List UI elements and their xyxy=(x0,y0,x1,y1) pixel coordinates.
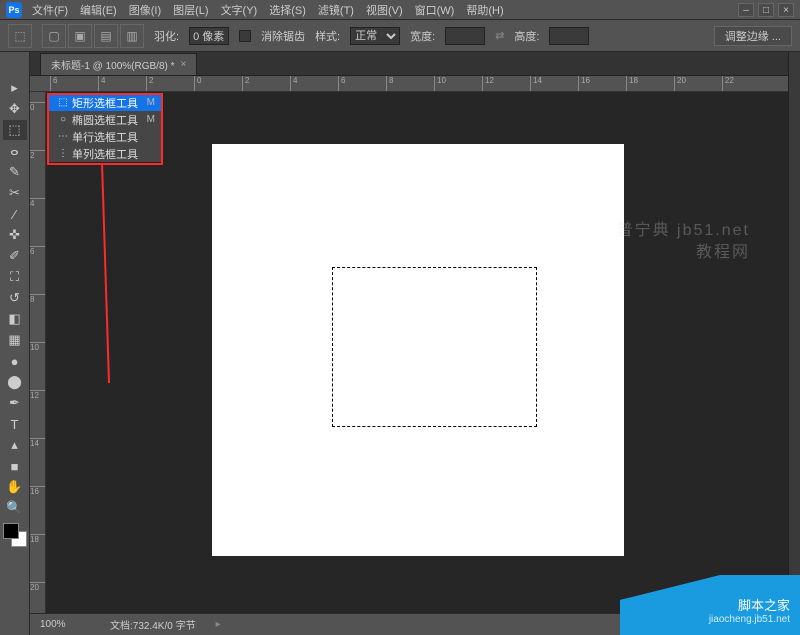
flyout-item[interactable]: ⋮单列选框工具 xyxy=(48,145,161,162)
pen-tool[interactable]: ✒ xyxy=(3,393,27,413)
menu-bar: 文件(F) 编辑(E) 图像(I) 图层(L) 文字(Y) 选择(S) 滤镜(T… xyxy=(32,2,504,18)
document-tab[interactable]: 未标题-1 @ 100%(RGB/8) * × xyxy=(40,53,197,75)
selection-new-icon[interactable]: ▢ xyxy=(42,24,66,48)
selection-intersect-icon[interactable]: ▥ xyxy=(120,24,144,48)
status-arrow-icon[interactable]: ▸ xyxy=(216,619,221,630)
width-input[interactable] xyxy=(445,27,485,45)
feather-input[interactable] xyxy=(189,27,229,45)
hand-tool[interactable]: ✋ xyxy=(3,477,27,497)
flyout-item-icon: ○ xyxy=(54,114,72,125)
minimize-button[interactable]: – xyxy=(738,3,754,17)
flyout-item-icon: ⋯ xyxy=(54,131,72,142)
ruler-horizontal: 6420246810121416182022 xyxy=(30,76,788,92)
antialias-label: 消除锯齿 xyxy=(261,28,305,44)
path-select-tool[interactable]: ▴ xyxy=(3,435,27,455)
tab-close-icon[interactable]: × xyxy=(181,59,187,70)
spot-heal-tool[interactable]: ✜ xyxy=(3,225,27,245)
ruler-vertical: 02468101214161820 xyxy=(30,92,46,613)
height-input[interactable] xyxy=(549,27,589,45)
lasso-tool[interactable]: ⴰ xyxy=(3,141,27,161)
canvas-area[interactable] xyxy=(46,92,788,613)
watermark: 普宁典 jb51.net 教程网 xyxy=(617,220,750,264)
selection-add-icon[interactable]: ▣ xyxy=(68,24,92,48)
flyout-item-label: 椭圆选框工具 xyxy=(72,112,147,128)
crop-tool[interactable]: ✂ xyxy=(3,183,27,203)
close-button[interactable]: × xyxy=(778,3,794,17)
flyout-item-icon: ⋮ xyxy=(54,148,72,159)
flyout-item-shortcut: M xyxy=(147,114,155,125)
maximize-button[interactable]: □ xyxy=(758,3,774,17)
style-select[interactable]: 正常 xyxy=(350,27,400,45)
document-tab-title: 未标题-1 @ 100%(RGB/8) * xyxy=(51,57,175,72)
marquee-selection[interactable] xyxy=(332,267,537,427)
zoom-level[interactable]: 100% xyxy=(40,619,90,630)
menu-file[interactable]: 文件(F) xyxy=(32,2,68,18)
flyout-item[interactable]: ⋯单行选框工具 xyxy=(48,128,161,145)
doc-size: 文档:732.4K/0 字节 xyxy=(110,617,196,632)
width-label: 宽度: xyxy=(410,28,435,44)
quick-select-tool[interactable]: ✎ xyxy=(3,162,27,182)
flyout-item-label: 矩形选框工具 xyxy=(72,95,147,111)
feather-label: 羽化: xyxy=(154,28,179,44)
stamp-tool[interactable]: ⛶ xyxy=(3,267,27,287)
dodge-tool[interactable]: ⬤ xyxy=(3,372,27,392)
menu-window[interactable]: 窗口(W) xyxy=(415,2,455,18)
height-label: 高度: xyxy=(514,28,539,44)
adjust-edge-button[interactable]: 调整边缘 ... xyxy=(714,26,792,46)
move-tool[interactable]: ✥ xyxy=(3,99,27,119)
menu-layer[interactable]: 图层(L) xyxy=(173,2,208,18)
options-bar: ⬚ ▢ ▣ ▤ ▥ 羽化: 消除锯齿 样式: 正常 宽度: ⇄ 高度: 调整边缘… xyxy=(0,20,800,52)
flyout-item-label: 单行选框工具 xyxy=(72,129,155,145)
color-swatch[interactable] xyxy=(3,523,27,547)
gradient-tool[interactable]: ▦ xyxy=(3,330,27,350)
antialias-checkbox[interactable] xyxy=(239,30,251,42)
toolbox: ▸✥⬚ⴰ✎✂⁄✜✐⛶↺◧▦●⬤✒T▴■✋🔍 xyxy=(0,52,30,635)
marquee-tool[interactable]: ⬚ xyxy=(3,120,27,140)
type-tool[interactable]: T xyxy=(3,414,27,434)
corner-watermark: 脚本之家 jiaocheng.jb51.net xyxy=(620,575,800,635)
selection-subtract-icon[interactable]: ▤ xyxy=(94,24,118,48)
menu-type[interactable]: 文字(Y) xyxy=(221,2,258,18)
tab-toggle[interactable]: ▸ xyxy=(3,78,27,98)
flyout-item-shortcut: M xyxy=(147,97,155,108)
flyout-item[interactable]: ⬚矩形选框工具M xyxy=(48,94,161,111)
menu-select[interactable]: 选择(S) xyxy=(269,2,306,18)
flyout-item-label: 单列选框工具 xyxy=(72,146,155,162)
menu-view[interactable]: 视图(V) xyxy=(366,2,403,18)
canvas[interactable] xyxy=(212,144,624,556)
tool-preset-icon[interactable]: ⬚ xyxy=(8,24,32,48)
style-label: 样式: xyxy=(315,28,340,44)
marquee-flyout-menu: ⬚矩形选框工具M○椭圆选框工具M⋯单行选框工具⋮单列选框工具 xyxy=(47,93,162,163)
flyout-item[interactable]: ○椭圆选框工具M xyxy=(48,111,161,128)
eraser-tool[interactable]: ◧ xyxy=(3,309,27,329)
shape-tool[interactable]: ■ xyxy=(3,456,27,476)
zoom-tool[interactable]: 🔍 xyxy=(3,498,27,518)
flyout-item-icon: ⬚ xyxy=(54,97,72,108)
history-brush-tool[interactable]: ↺ xyxy=(3,288,27,308)
ps-logo-icon: Ps xyxy=(6,2,22,18)
panel-dock[interactable] xyxy=(788,52,800,613)
menu-edit[interactable]: 编辑(E) xyxy=(80,2,117,18)
blur-tool[interactable]: ● xyxy=(3,351,27,371)
eyedropper-tool[interactable]: ⁄ xyxy=(3,204,27,224)
swap-icon[interactable]: ⇄ xyxy=(495,29,504,42)
menu-help[interactable]: 帮助(H) xyxy=(466,2,503,18)
menu-filter[interactable]: 滤镜(T) xyxy=(318,2,354,18)
brush-tool[interactable]: ✐ xyxy=(3,246,27,266)
menu-image[interactable]: 图像(I) xyxy=(129,2,161,18)
